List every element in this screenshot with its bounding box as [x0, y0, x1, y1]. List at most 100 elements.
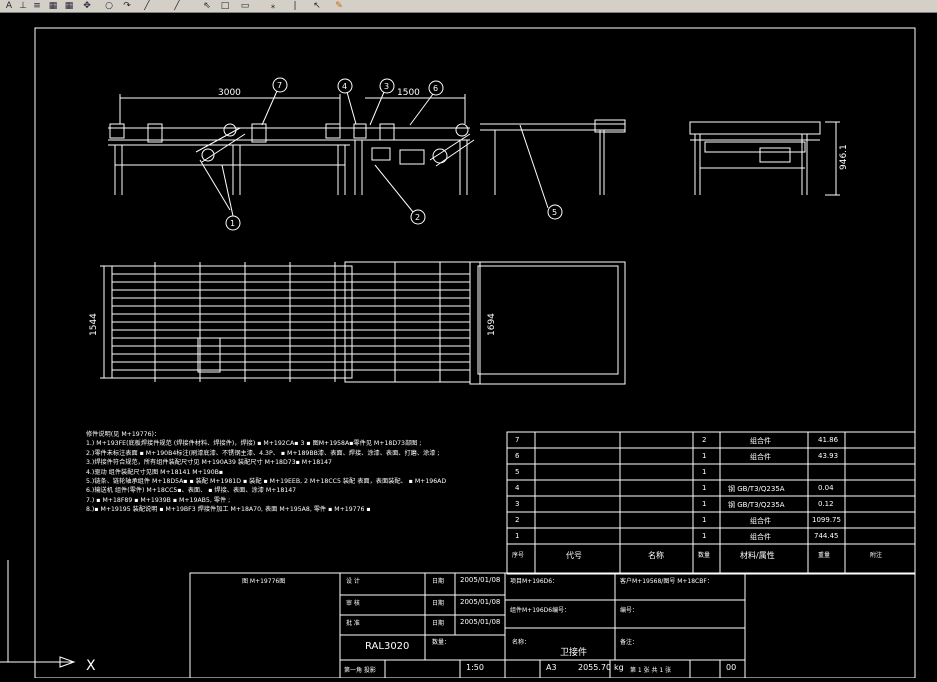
scale-value: 1:50 — [466, 663, 484, 672]
note-line: 2.)零件未标注表面 ▪ M+190B4标注(刷漆底漆、不锈钢主漆、4.3P、 … — [86, 449, 440, 457]
bom-row-weight: 0.04 — [818, 484, 834, 492]
date-label: 日期 — [432, 600, 445, 607]
date-label: 日期 — [432, 578, 445, 585]
dim-1694: 1694 — [487, 313, 497, 336]
bom-row-no: 1 — [515, 532, 520, 540]
dim-3000: 3000 — [218, 88, 241, 98]
notes-heading: 修件说明(见 M+19776)： — [86, 431, 161, 438]
designer-label: 设 计 — [346, 578, 360, 585]
bom-row-qty: 1 — [702, 484, 707, 492]
note-line: 4.)驱动 组件装配尺寸见图 M+18141 M+190B▪ — [86, 468, 224, 476]
bom-header-note: 附注 — [870, 552, 883, 559]
bom-row-qty: 1 — [702, 468, 707, 476]
dim-style-icon[interactable]: ⊥ — [18, 1, 28, 11]
balloon-4: 4 — [342, 82, 347, 91]
color-value: RAL3020 — [365, 641, 410, 652]
balloon-1: 1 — [230, 219, 235, 228]
text-style-icon[interactable]: A — [4, 1, 14, 11]
dim-1544: 1544 — [89, 313, 99, 336]
pan-icon[interactable]: ✥ — [82, 1, 92, 11]
drawing-name-label: 名称： — [512, 639, 531, 646]
bom-row-weight: 41.86 — [818, 436, 839, 444]
snap-icon[interactable]: ⁎ — [268, 1, 278, 11]
bom-row-no: 5 — [515, 468, 520, 476]
bom-row-weight: 1099.75 — [812, 516, 841, 524]
note-line: 6.)输送机 组件(零件) M+18CC5▪、表面、 ▪ 焊接、表面、涂漆 M+… — [86, 487, 297, 495]
note-line: 7.) ▪ M+18F89 ▪ M+1939B ▪ M+19AB5, 零件 ; — [86, 496, 231, 504]
note-line: 5.)链条、链轮轴承组件 M+18D5A▪ ▪ 装配 M+1981D ▪ 装配 … — [86, 477, 447, 485]
bom-row-material: 组合件 — [750, 453, 771, 461]
line-icon[interactable]: ╱ — [142, 1, 152, 11]
plan-view — [100, 261, 626, 385]
projection-label: 第一角 投影 — [344, 667, 376, 674]
cad-toolbar: A ⊥ ≡ ▦ ▦ ✥ ○ ↷ ╱ ╱ ⇖ □ ▭ ⁎ | ↖ ✎ — [0, 0, 937, 13]
dim-1500: 1500 — [397, 88, 420, 98]
weight-value: 2055.70 — [578, 663, 612, 672]
bom-row-qty: 2 — [702, 436, 707, 444]
balloon-5: 5 — [552, 208, 557, 217]
code-label: 编号： — [620, 607, 639, 614]
date-label: 日期 — [432, 620, 445, 627]
bom-header-name: 名称 — [648, 551, 664, 560]
balloon-3: 3 — [384, 82, 389, 91]
sheet-label: 第 1 张 共 1 张 — [630, 667, 672, 674]
dim-946: 946.1 — [839, 144, 849, 170]
bom-row-no: 4 — [515, 484, 520, 492]
assembly-label: 组件M+196D6编号： — [510, 607, 571, 614]
layer-icon[interactable]: ≡ — [32, 1, 42, 11]
rectangle-icon[interactable]: □ — [220, 1, 230, 11]
size-value: A3 — [546, 663, 557, 672]
note-line: 1.) M+193FE(底板焊接件规范 (焊接件材料、焊接件)，焊接) ▪ M+… — [86, 440, 422, 448]
block-icon[interactable]: ▦ — [48, 1, 58, 11]
grid-icon[interactable]: ▦ — [64, 1, 74, 11]
balloon-6: 6 — [433, 84, 438, 93]
bom-header-weight: 重量 — [818, 552, 831, 559]
note-line: 3.)焊接件符合规范，所有组件装配尺寸见 M+190A39 装配尺寸 M+18D… — [86, 459, 332, 467]
bom-header-code: 代号 — [566, 551, 582, 560]
bom-row-qty: 1 — [702, 532, 707, 540]
bom-row-material: 组合件 — [750, 437, 771, 445]
approver-label: 批 准 — [346, 620, 360, 627]
bom-row-no: 3 — [515, 500, 520, 508]
technical-notes: 修件说明(见 M+19776)： 1.) M+193FE(底板焊接件规范 (焊接… — [86, 430, 506, 515]
bom-row-qty: 1 — [702, 452, 707, 460]
bom-row-material: 钢 GB/T3/Q235A — [728, 501, 785, 509]
bom-header-qty: 数量 — [698, 552, 711, 559]
bom-row-no: 2 — [515, 516, 520, 524]
bom-row-material: 组合件 — [750, 533, 771, 541]
table-icon[interactable]: ▭ — [240, 1, 250, 11]
bom-row-qty: 1 — [702, 516, 707, 524]
bom-row-weight: 43.93 — [818, 452, 839, 460]
bom-row-no: 6 — [515, 452, 520, 460]
bom-row-material: 组合件 — [750, 517, 771, 525]
front-view — [108, 94, 626, 211]
date-value: 2005/01/08 — [460, 618, 501, 626]
redo-icon[interactable]: ↷ — [122, 1, 132, 11]
drawing-name: 卫接件 — [560, 648, 588, 658]
arrow-icon[interactable]: ⇖ — [202, 1, 212, 11]
number-label: 数量： — [432, 639, 451, 646]
match-icon[interactable]: | — [290, 1, 300, 11]
color-icon[interactable]: ✎ — [334, 1, 344, 11]
checker-label: 审 核 — [346, 600, 360, 607]
date-value: 2005/01/08 — [460, 598, 501, 606]
note-line: 8.)▪ M+19195 装配说明 ▪ M+19BF3 焊接件加工 M+18A7… — [86, 506, 371, 514]
remark-label: 备注： — [620, 639, 639, 646]
left-title: 图 M+19776图 — [242, 578, 286, 585]
version-value: 00 — [726, 663, 737, 672]
model-space[interactable]: 3000 1500 1 2 3 4 5 6 7 946.1 1544 1694 … — [0, 13, 937, 679]
bom-row-weight: 0.12 — [818, 500, 834, 508]
bom-row-no: 7 — [515, 436, 520, 444]
project-label: 项目M+196D6： — [510, 578, 559, 585]
ucs-x-label: X — [86, 658, 96, 674]
polyline-icon[interactable]: ╱ — [172, 1, 182, 11]
regen-icon[interactable]: ○ — [104, 1, 114, 11]
customer-label: 客户M+19568/图号 M+18CBF： — [620, 578, 713, 585]
balloon-7: 7 — [277, 81, 282, 90]
date-value: 2005/01/08 — [460, 576, 501, 584]
cursor-icon[interactable]: ↖ — [312, 1, 322, 11]
balloon-2: 2 — [415, 213, 420, 222]
ucs-icon — [0, 560, 76, 668]
bom-header-material: 材料/属性 — [740, 551, 775, 560]
bom-row-qty: 1 — [702, 500, 707, 508]
